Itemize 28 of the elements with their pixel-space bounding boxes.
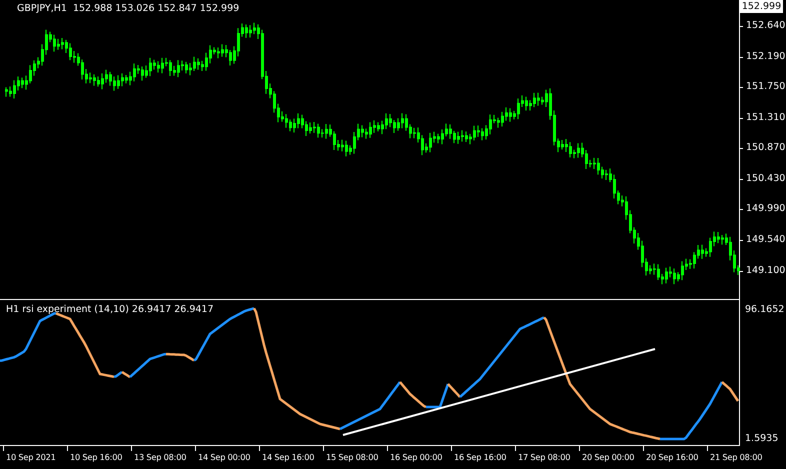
- time-label: 20 Sep 00:00: [582, 452, 634, 462]
- indicator-title: H1 rsi experiment (14,10) 26.9417 26.9417: [6, 304, 214, 315]
- time-label: 17 Sep 08:00: [518, 452, 570, 462]
- price-label: 150.430: [746, 172, 786, 184]
- price-label: 149.540: [746, 234, 786, 245]
- time-label: 13 Sep 08:00: [134, 452, 186, 462]
- time-label: 15 Sep 08:00: [326, 452, 378, 462]
- quote-label: 152.988 153.026 152.847 152.999: [72, 3, 240, 14]
- price-label: 152.190: [746, 50, 786, 62]
- time-label: 14 Sep 00:00: [198, 452, 250, 462]
- price-label: 151.750: [746, 81, 786, 92]
- time-label: 16 Sep 00:00: [390, 452, 442, 462]
- price-label: 149.100: [746, 264, 786, 276]
- indicator-value-label: 1.5935: [745, 433, 780, 444]
- price-label: 152.640: [746, 20, 786, 31]
- trend-line[interactable]: [342, 348, 656, 436]
- time-label: 10 Sep 16:00: [70, 452, 122, 462]
- time-label: 20 Sep 16:00: [646, 452, 698, 462]
- time-label: 16 Sep 16:00: [454, 452, 506, 462]
- current-price-label: 152.999: [740, 0, 783, 13]
- indicator-value-label: 96.1652: [745, 304, 786, 315]
- time-label: 14 Sep 16:00: [262, 452, 314, 462]
- time-label: 21 Sep 08:00: [710, 452, 762, 462]
- price-label: 150.870: [746, 142, 786, 154]
- price-label: 149.990: [746, 203, 786, 214]
- time-label: 10 Sep 2021: [6, 452, 56, 462]
- price-label: 151.310: [746, 112, 786, 123]
- symbol-label: GBPJPY,H1: [17, 3, 67, 14]
